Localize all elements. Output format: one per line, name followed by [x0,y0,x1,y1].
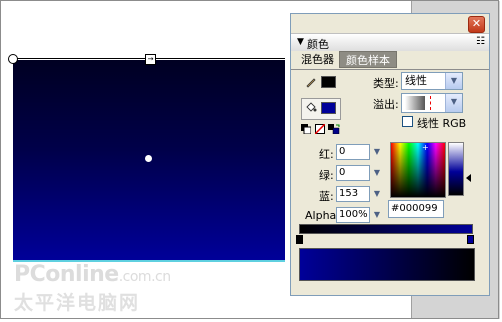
red-label: 红: [319,148,334,161]
red-field[interactable]: 0 [336,144,370,160]
gradient-center-handle[interactable] [145,155,152,162]
panel-header[interactable]: ▼ 颜色 ☷ [291,33,489,53]
paint-bucket-icon[interactable] [305,101,317,116]
black-white-icon[interactable] [301,124,312,137]
panel-titlebar[interactable]: ✕ [291,14,489,33]
pencil-icon[interactable] [305,76,317,91]
overflow-label: 溢出: [373,98,399,111]
blue-label: 蓝: [319,190,334,203]
overflow-marker [430,96,431,110]
alpha-field[interactable]: 100% [336,207,370,223]
brightness-pointer-icon[interactable] [466,174,471,182]
color-spectrum[interactable] [390,142,446,198]
blue-field[interactable]: 153 [336,186,370,202]
overflow-preview [405,96,425,110]
collapse-arrow-icon[interactable]: ▼ [297,37,304,47]
panel-options-icon[interactable]: ☷ [476,36,485,47]
chevron-down-icon: ▼ [445,73,462,89]
brightness-slider[interactable] [448,142,464,196]
fill-color-swatch[interactable] [321,102,336,114]
gradient-rotation-handle[interactable] [8,54,18,64]
overflow-select[interactable]: ▼ [401,93,463,113]
tab-color-swatches[interactable]: 颜色样本 [339,51,397,68]
linear-rgb-checkbox[interactable] [402,116,413,127]
stroke-color-swatch[interactable] [321,76,336,88]
gradient-type-value: 线性 [405,74,427,87]
panel-tabs: 混色器 颜色样本 [291,51,489,70]
no-color-icon[interactable] [314,123,326,137]
hex-field[interactable]: #000099 [388,200,444,218]
swap-colors-icon[interactable] [328,124,340,137]
gradient-stop-left[interactable] [296,235,303,244]
panel-title: 颜色 [307,38,329,51]
gradient-width-handle[interactable]: → [145,54,156,65]
watermark-logo: PConline.com.cn [14,262,171,287]
linear-rgb-label: 线性 RGB [417,117,467,130]
gradient-preview [299,248,475,281]
alpha-label: Alpha: [305,209,340,222]
spectrum-crosshair-icon: + [422,143,429,152]
chevron-down-icon[interactable]: ▼ [371,144,383,160]
green-label: 绿: [319,169,334,182]
green-field[interactable]: 0 [336,165,370,181]
watermark-subtitle: 太平洋电脑网 [14,292,141,314]
close-button[interactable]: ✕ [468,16,485,33]
gradient-stop-right[interactable] [467,235,474,244]
chevron-down-icon[interactable]: ▼ [371,186,383,202]
gradient-type-select[interactable]: 线性 ▼ [401,72,463,90]
gradient-definition-bar[interactable] [299,224,473,234]
chevron-down-icon[interactable]: ▼ [371,165,383,181]
chevron-down-icon: ▼ [445,94,462,112]
tab-color-mixer[interactable]: 混色器 [295,51,340,68]
type-label: 类型: [373,77,399,90]
color-panel: ✕ ▼ 颜色 ☷ 混色器 颜色样本 类型: 线性 ▼ 溢出: ▼ 线性 RGB … [290,13,490,296]
chevron-down-icon[interactable]: ▼ [371,207,383,223]
